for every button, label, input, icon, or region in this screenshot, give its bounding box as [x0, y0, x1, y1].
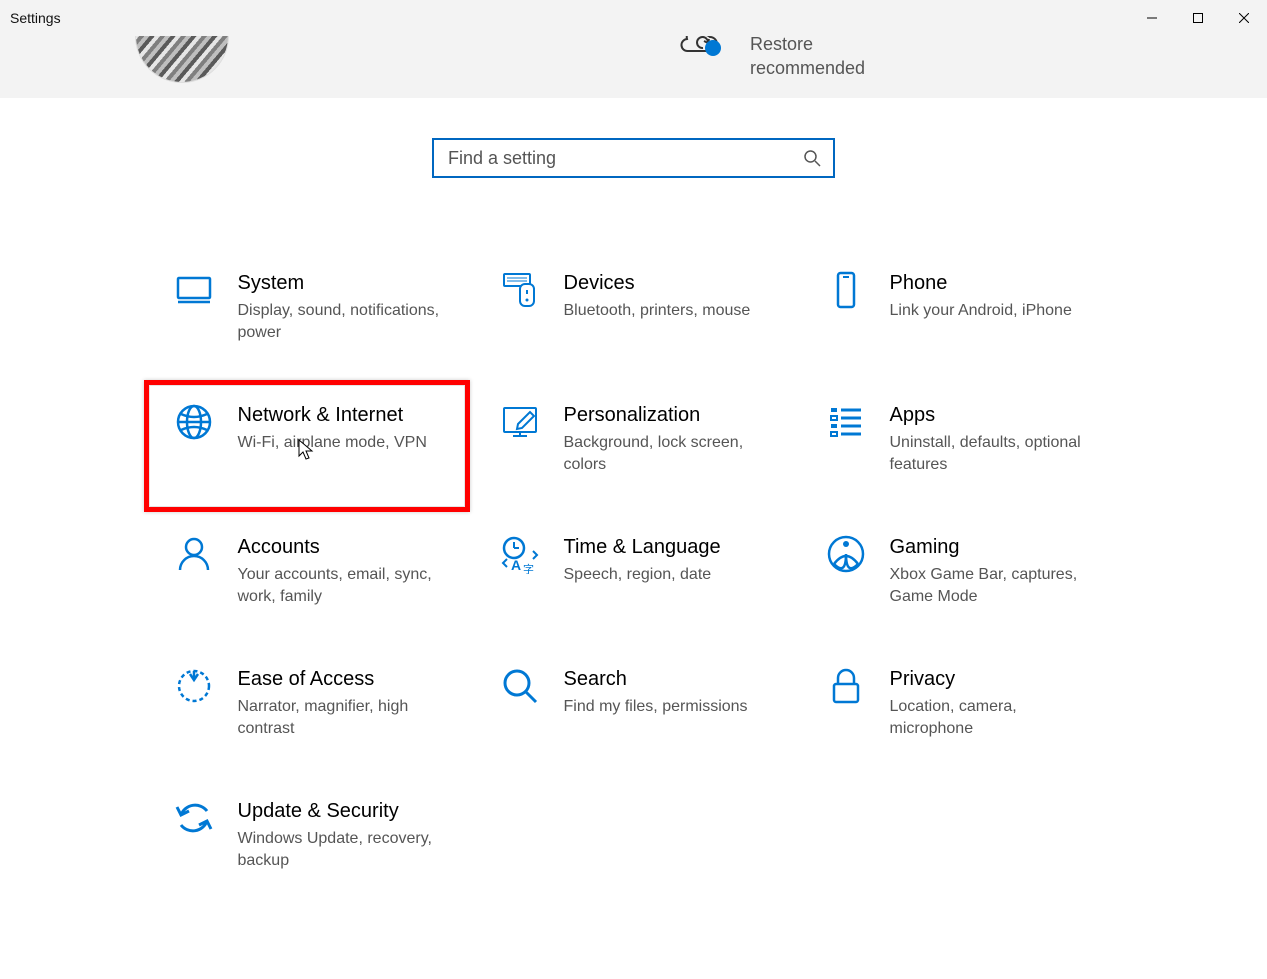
category-apps[interactable]: Apps Uninstall, defaults, optional featur…	[796, 380, 1122, 512]
settings-categories: System Display, sound, notifications, pow…	[144, 248, 1124, 908]
category-title: Personalization	[564, 402, 766, 428]
status-dot-icon	[705, 40, 721, 56]
time-language-icon	[500, 534, 540, 574]
category-desc: Location, camera, microphone	[890, 696, 1092, 740]
category-title: Update & Security	[238, 798, 440, 824]
category-desc: Your accounts, email, sync, work, family	[238, 564, 440, 608]
category-ease-of-access[interactable]: Ease of Access Narrator, magnifier, high …	[144, 644, 470, 776]
privacy-icon	[826, 666, 866, 706]
header-area: Restore recommended	[0, 36, 1267, 98]
category-title: Accounts	[238, 534, 440, 560]
status-line-1: Restore	[750, 36, 865, 56]
category-title: Time & Language	[564, 534, 721, 560]
maximize-button[interactable]	[1175, 0, 1221, 36]
category-privacy[interactable]: Privacy Location, camera, microphone	[796, 644, 1122, 776]
category-desc: Find my files, permissions	[564, 696, 748, 718]
apps-icon	[826, 402, 866, 442]
category-desc: Wi-Fi, airplane mode, VPN	[238, 432, 427, 454]
devices-icon	[500, 270, 540, 310]
category-phone[interactable]: Phone Link your Android, iPhone	[796, 248, 1122, 380]
category-search[interactable]: Search Find my files, permissions	[470, 644, 796, 776]
system-icon	[174, 270, 214, 310]
category-desc: Windows Update, recovery, backup	[238, 828, 440, 872]
category-desc: Uninstall, defaults, optional features	[890, 432, 1092, 476]
accounts-icon	[174, 534, 214, 574]
category-time[interactable]: Time & Language Speech, region, date	[470, 512, 796, 644]
category-system[interactable]: System Display, sound, notifications, pow…	[144, 248, 470, 380]
category-desc: Xbox Game Bar, captures, Game Mode	[890, 564, 1092, 608]
category-update[interactable]: Update & Security Windows Update, recover…	[144, 776, 470, 908]
window-title: Settings	[10, 10, 61, 26]
category-gaming[interactable]: Gaming Xbox Game Bar, captures, Game Mode	[796, 512, 1122, 644]
category-desc: Speech, region, date	[564, 564, 721, 586]
category-title: Apps	[890, 402, 1092, 428]
update-icon	[174, 798, 214, 838]
personalization-icon	[500, 402, 540, 442]
user-avatar[interactable]	[135, 36, 229, 83]
category-desc: Link your Android, iPhone	[890, 300, 1072, 322]
search-category-icon	[500, 666, 540, 706]
search-input[interactable]	[446, 147, 803, 170]
category-title: Ease of Access	[238, 666, 440, 692]
category-title: Gaming	[890, 534, 1092, 560]
category-title: Search	[564, 666, 748, 692]
category-devices[interactable]: Devices Bluetooth, printers, mouse	[470, 248, 796, 380]
category-network[interactable]: Network & Internet Wi-Fi, airplane mode, …	[144, 380, 470, 512]
category-personalization[interactable]: Personalization Background, lock screen, …	[470, 380, 796, 512]
status-line-2: recommended	[750, 56, 865, 80]
close-button[interactable]	[1221, 0, 1267, 36]
category-desc: Bluetooth, printers, mouse	[564, 300, 751, 322]
gaming-icon	[826, 534, 866, 574]
category-title: Network & Internet	[238, 402, 427, 428]
maximize-icon	[1193, 13, 1203, 23]
close-icon	[1239, 13, 1249, 23]
category-title: Privacy	[890, 666, 1092, 692]
search-icon	[803, 149, 821, 167]
phone-icon	[826, 270, 866, 310]
category-desc: Background, lock screen, colors	[564, 432, 766, 476]
category-desc: Narrator, magnifier, high contrast	[238, 696, 440, 740]
category-title: System	[238, 270, 440, 296]
minimize-button[interactable]	[1129, 0, 1175, 36]
globe-icon	[174, 402, 214, 442]
category-desc: Display, sound, notifications, power	[238, 300, 440, 344]
avatar-image	[136, 36, 228, 82]
category-accounts[interactable]: Accounts Your accounts, email, sync, work…	[144, 512, 470, 644]
title-bar: Settings	[0, 0, 1267, 36]
category-title: Phone	[890, 270, 1072, 296]
category-title: Devices	[564, 270, 751, 296]
search-box[interactable]	[432, 138, 835, 178]
onedrive-status[interactable]: Restore recommended	[680, 36, 865, 80]
ease-of-access-icon	[174, 666, 214, 706]
minimize-icon	[1147, 13, 1157, 23]
